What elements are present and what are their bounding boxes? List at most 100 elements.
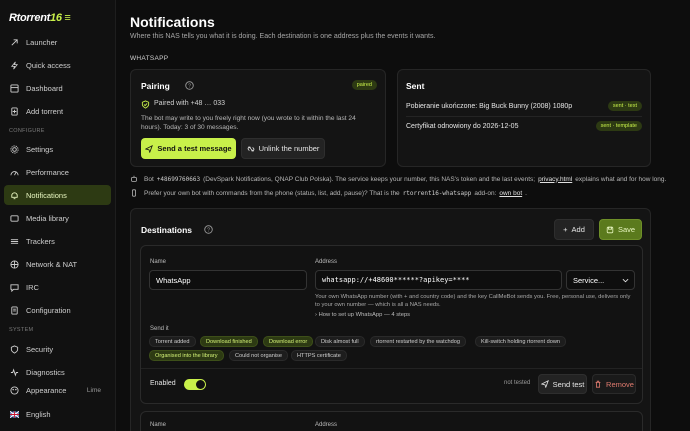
- dashboard-icon: [10, 83, 19, 93]
- section-whatsapp: WHATSAPP: [130, 55, 169, 62]
- event-chip-torrent-added[interactable]: Torrent added: [149, 336, 196, 347]
- name-label: Name: [150, 259, 167, 265]
- sidebar-item-settings[interactable]: Settings: [4, 139, 111, 159]
- sidebar: Rtorrent16 ≡ Launcher Quick access Dashb…: [0, 0, 116, 431]
- event-chip-download-finished[interactable]: Download finished: [200, 336, 258, 347]
- event-chip-https-certificate[interactable]: HTTPS certificate: [291, 350, 347, 361]
- add-icon: [10, 106, 19, 116]
- flag-uk-icon: [10, 410, 19, 419]
- diagnostics-icon: [10, 367, 19, 377]
- pairing-title: Pairing: [141, 81, 170, 91]
- help-icon[interactable]: ?: [204, 225, 213, 236]
- destination-item: Name WhatsApp Address whatsapp://+48600*…: [140, 245, 643, 404]
- save-button[interactable]: Save: [599, 219, 642, 240]
- event-chip-could-not-organise[interactable]: Could not organise: [229, 350, 288, 361]
- sidebar-item-security[interactable]: Security: [4, 339, 111, 359]
- sent-row: Certyfikat odnowiony do 2026-12-05 sent …: [406, 118, 642, 134]
- name-input[interactable]: WhatsApp: [149, 270, 307, 290]
- svg-text:?: ?: [207, 228, 210, 234]
- page-title: Notifications: [130, 14, 215, 30]
- name-label: Name: [150, 422, 167, 428]
- event-chip-watchdog-restart[interactable]: rtorrent restarted by the watchdog: [370, 336, 466, 347]
- app-logo[interactable]: Rtorrent16 ≡: [9, 12, 71, 24]
- main-content: Notifications Where this NAS tells you w…: [116, 0, 690, 431]
- bot-info: Bot +48699760663 (DevSpark Notifications…: [130, 175, 666, 183]
- help-icon[interactable]: ?: [185, 81, 194, 92]
- network-icon: [10, 259, 19, 269]
- unlink-number-button[interactable]: Unlink the number: [241, 138, 325, 159]
- gear-icon: [10, 144, 19, 154]
- pairing-card: Pairing ? paired Paired with +48 … 033 T…: [130, 69, 386, 167]
- sidebar-item-media-library[interactable]: Media library: [4, 208, 111, 228]
- send-it-label: Send it: [150, 326, 169, 332]
- send-icon: [145, 144, 154, 153]
- sidebar-item-network-nat[interactable]: Network & NAT: [4, 254, 111, 274]
- gauge-icon: [10, 168, 19, 177]
- shield-check-icon: [141, 100, 150, 111]
- send-test-message-button[interactable]: Send a test message: [141, 138, 236, 159]
- howto-toggle[interactable]: › How to set up WhatsApp — 4 steps: [315, 310, 410, 320]
- send-test-button[interactable]: Send test: [538, 374, 587, 394]
- lightning-icon: [10, 61, 19, 70]
- status-text: not tested: [504, 380, 531, 386]
- paired-with-text: Paired with +48 … 033: [154, 100, 226, 107]
- add-destination-button[interactable]: + Add: [554, 219, 594, 240]
- media-icon: [10, 214, 19, 223]
- remove-button[interactable]: Remove: [592, 374, 636, 394]
- addon-name: rtorrent16-whatsapp: [402, 189, 472, 197]
- sent-row: Pobieranie ukończone: Big Buck Bunny (20…: [406, 98, 642, 114]
- chat-icon: [10, 283, 19, 292]
- own-bot-link[interactable]: own bot: [499, 190, 522, 197]
- own-bot-info: Prefer your own bot with commands from t…: [130, 189, 527, 197]
- shield-icon: [10, 344, 19, 354]
- destinations-title: Destinations: [141, 225, 193, 235]
- address-input[interactable]: whatsapp://+48600******?apikey=****: [315, 270, 562, 290]
- sent-title: Sent: [406, 81, 425, 91]
- event-chip-organised-library[interactable]: Organised into the library: [149, 350, 224, 361]
- address-hint-1: Your own WhatsApp number (with + and cou…: [315, 294, 631, 300]
- pairing-desc-2: hours). Today: 3 of 30 messages.: [141, 124, 239, 131]
- service-select[interactable]: Service...: [566, 270, 635, 290]
- sidebar-item-performance[interactable]: Performance: [4, 162, 111, 182]
- sidebar-item-language[interactable]: English: [4, 404, 111, 424]
- send-icon: [540, 380, 549, 388]
- appearance-value: Lime: [86, 386, 101, 394]
- bot-number: +48699760663: [156, 175, 201, 183]
- sidebar-item-dashboard[interactable]: Dashboard: [4, 78, 111, 98]
- event-chip-kill-switch[interactable]: Kill-switch holding rtorrent down: [475, 336, 566, 347]
- sidebar-item-irc[interactable]: IRC: [4, 277, 111, 297]
- sent-card: Sent Pobieranie ukończone: Big Buck Bunn…: [397, 69, 651, 167]
- palette-icon: [10, 385, 19, 395]
- event-chip-disk-almost-full[interactable]: Disk almost full: [315, 336, 365, 347]
- event-chip-download-error[interactable]: Download error: [263, 336, 314, 347]
- trash-icon: [594, 380, 602, 388]
- bot-icon: [130, 175, 138, 183]
- address-hint-2: to your own number — which is all a NAS …: [315, 302, 441, 308]
- save-icon: [606, 226, 614, 234]
- chevron-down-icon: [622, 276, 629, 285]
- enabled-toggle[interactable]: [184, 379, 206, 390]
- sidebar-item-configuration[interactable]: Configuration: [4, 300, 111, 320]
- address-label: Address: [315, 422, 338, 428]
- tracker-icon: [10, 237, 19, 246]
- section-system: SYSTEM: [9, 327, 34, 333]
- config-icon: [10, 305, 19, 315]
- page-subtitle: Where this NAS tells you what it is doin…: [130, 33, 436, 40]
- unlink-icon: [247, 145, 255, 153]
- phone-icon: [130, 189, 138, 197]
- destination-item: Name Address: [140, 411, 643, 431]
- sidebar-item-quick-access[interactable]: Quick access: [4, 55, 111, 75]
- sidebar-item-launcher[interactable]: Launcher: [4, 32, 111, 52]
- sidebar-item-add-torrent[interactable]: Add torrent: [4, 101, 111, 121]
- bell-icon: [10, 191, 19, 200]
- privacy-link[interactable]: privacy.html: [538, 176, 572, 183]
- sidebar-item-notifications[interactable]: Notifications: [4, 185, 111, 205]
- sidebar-item-diagnostics[interactable]: Diagnostics: [4, 362, 111, 382]
- address-label: Address: [315, 259, 338, 265]
- chevron-right-icon: ›: [315, 312, 317, 318]
- sidebar-item-appearance[interactable]: Appearance Lime: [4, 380, 111, 400]
- sidebar-item-trackers[interactable]: Trackers: [4, 231, 111, 251]
- section-configure: CONFIGURE: [9, 128, 45, 134]
- destinations-card: Destinations ? + Add Save Name WhatsApp …: [130, 208, 651, 431]
- paired-badge: paired: [351, 80, 377, 90]
